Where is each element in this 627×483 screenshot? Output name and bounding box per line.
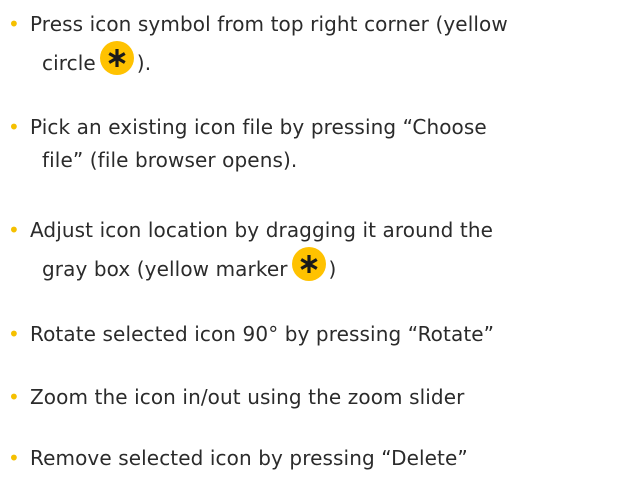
- asterisk-icon: [99, 41, 134, 75]
- item-text-line: Adjust icon location by dragging it arou…: [30, 218, 494, 242]
- bullet: •: [8, 12, 20, 36]
- item-text-line: Zoom the icon in/out using the zoom slid…: [30, 385, 465, 409]
- item-text: ).: [136, 51, 152, 75]
- bullet: •: [8, 322, 20, 346]
- item-text-line: Press icon symbol from top right corner …: [30, 12, 508, 36]
- list-item: • Adjust icon location by dragging it ar…: [8, 214, 623, 286]
- list-item: • Zoom the icon in/out using the zoom sl…: [8, 381, 623, 414]
- item-text-line: Rotate selected icon 90° by pressing “Ro…: [30, 322, 495, 346]
- item-text: ): [328, 257, 337, 281]
- item-text-line: Pick an existing icon file by pressing “…: [30, 115, 487, 139]
- bullet: •: [8, 385, 20, 409]
- list-item: • Remove selected icon by pressing “Dele…: [8, 442, 623, 475]
- bullet: •: [8, 446, 20, 470]
- asterisk-icon: [291, 247, 326, 281]
- item-text-line: gray box (yellow marker): [8, 247, 623, 286]
- list-item: • Press icon symbol from top right corne…: [8, 8, 623, 80]
- item-text-line: circle).: [8, 41, 623, 80]
- list-item: • Pick an existing icon file by pressing…: [8, 111, 623, 177]
- bullet: •: [8, 115, 20, 139]
- instruction-list: • Press icon symbol from top right corne…: [0, 0, 627, 483]
- item-text: circle: [42, 51, 96, 75]
- item-text: gray box (yellow marker: [42, 257, 288, 281]
- item-text-line: Remove selected icon by pressing “Delete…: [30, 446, 468, 470]
- list-item: • Rotate selected icon 90° by pressing “…: [8, 318, 623, 351]
- item-text-line: file” (file browser opens).: [42, 148, 298, 172]
- bullet: •: [8, 218, 20, 242]
